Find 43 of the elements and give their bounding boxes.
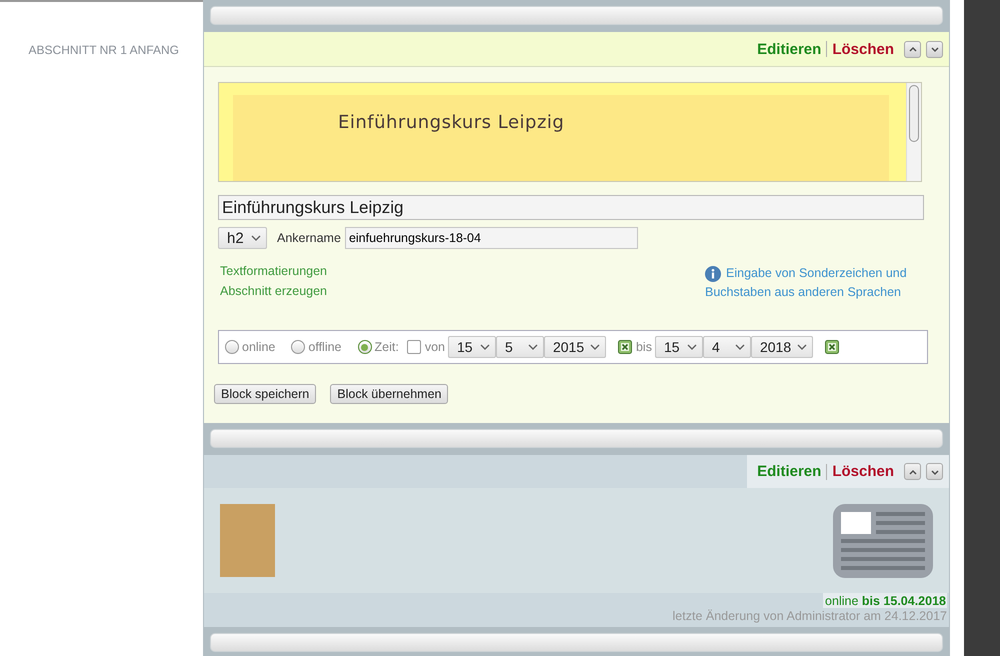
block-button[interactable]: Block übernehmen xyxy=(330,384,448,404)
edit-link[interactable]: Editieren xyxy=(757,40,822,58)
scrollbar[interactable] xyxy=(906,83,921,181)
move-up-button[interactable] xyxy=(904,40,921,58)
dropdown[interactable]: 4 xyxy=(702,336,751,358)
dropdown[interactable]: h2 xyxy=(218,227,267,249)
move-up-button[interactable] xyxy=(904,463,921,480)
anchor-label: Ankername xyxy=(277,231,341,245)
caret-icon xyxy=(528,344,538,350)
info-icon xyxy=(705,266,721,282)
dropdown[interactable]: 2018 xyxy=(750,336,813,358)
clear-icon[interactable] xyxy=(618,340,632,354)
dropdown[interactable]: 2015 xyxy=(544,336,606,358)
block-button[interactable]: Block speichern xyxy=(214,384,316,404)
last-modified-text: letzte Änderung von Administrator am 24.12.2017 xyxy=(672,608,947,623)
caret-icon xyxy=(734,344,745,350)
clear-icon[interactable] xyxy=(824,340,839,354)
to-label: bis xyxy=(636,340,652,354)
dropdown[interactable]: 15 xyxy=(448,336,496,358)
dropdown[interactable]: 15 xyxy=(654,336,703,358)
online-status: online bis 15.04.2018 xyxy=(823,593,947,608)
chevron-up-icon xyxy=(908,44,918,54)
anchor-input[interactable]: einfuehrungskurs-18-04 xyxy=(344,227,638,249)
move-down-button[interactable] xyxy=(926,463,943,480)
radio-option[interactable]: Zeit: xyxy=(358,340,399,354)
section-label: ABSCHNITT NR 1 ANFANG xyxy=(28,43,180,57)
caret-icon xyxy=(796,344,807,350)
caret-icon xyxy=(480,344,490,350)
edit-link[interactable]: Editieren xyxy=(757,463,822,480)
preview-heading: Einführungskurs Leipzig xyxy=(337,111,566,133)
radio-option[interactable]: online xyxy=(225,340,276,354)
article-icon xyxy=(833,504,933,578)
delete-link[interactable]: Löschen xyxy=(832,40,894,58)
from-label: von xyxy=(424,340,445,354)
caret-icon xyxy=(251,235,261,241)
radio-option[interactable]: offline xyxy=(291,340,342,354)
delete-link[interactable]: Löschen xyxy=(832,463,894,480)
caret-icon xyxy=(686,344,697,350)
caret-icon xyxy=(590,344,600,350)
checkbox[interactable] xyxy=(406,340,421,354)
dropdown[interactable]: 5 xyxy=(496,336,544,358)
move-down-button[interactable] xyxy=(926,40,943,58)
title-input[interactable]: Einführungskurs Leipzig xyxy=(218,195,924,220)
